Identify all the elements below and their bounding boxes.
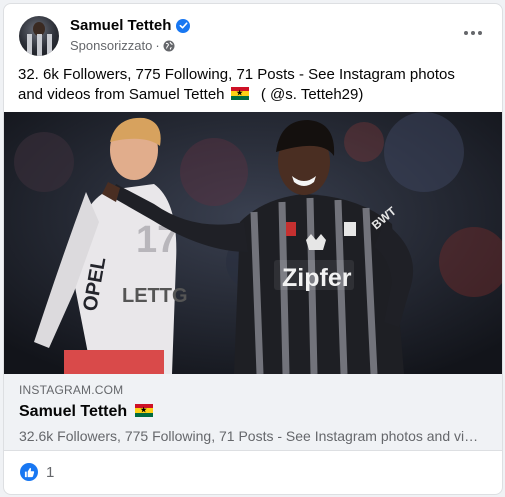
meta-separator: · [155,38,160,53]
like-count[interactable]: 1 [46,464,54,481]
sponsored-label[interactable]: Sponsorizzato [70,38,152,53]
verified-badge-icon [176,18,191,33]
left-shirt-name: LETTG [122,285,188,307]
link-preview[interactable]: INSTAGRAM.COM Samuel Tetteh ★ 32.6k Foll… [4,374,502,451]
author-name[interactable]: Samuel Tetteh [70,17,171,34]
link-description: 32.6k Followers, 775 Following, 71 Posts… [19,428,484,444]
sponsored-post-card: Samuel Tetteh Sponsorizzato · 32. 6k Fol… [3,3,503,495]
reactions-summary[interactable]: 1 [20,463,54,481]
post-meta: Sponsorizzato · [70,38,175,53]
link-title: Samuel Tetteh ★ [19,403,155,421]
avatar[interactable] [19,16,59,56]
more-options-icon[interactable] [460,23,486,43]
link-domain: INSTAGRAM.COM [19,383,124,397]
author-row: Samuel Tetteh [70,17,191,34]
ghana-flag-icon: ★ [134,404,153,417]
right-shirt-sponsor: Zipfer [282,264,352,292]
ghana-flag-icon: ★ [230,87,249,100]
link-preview-image[interactable]: OPEL LETTG 17 Zipfer BWT [4,112,502,374]
post-message-line2: and videos from Samuel Tetteh ★ ( @s. Te… [18,86,364,103]
post-message: 32. 6k Followers, 775 Following, 71 Post… [18,65,488,105]
post-header: Samuel Tetteh Sponsorizzato · [16,15,490,57]
post-message-line1: 32. 6k Followers, 775 Following, 71 Post… [18,66,455,83]
globe-icon[interactable] [163,40,175,52]
like-icon [20,463,38,481]
